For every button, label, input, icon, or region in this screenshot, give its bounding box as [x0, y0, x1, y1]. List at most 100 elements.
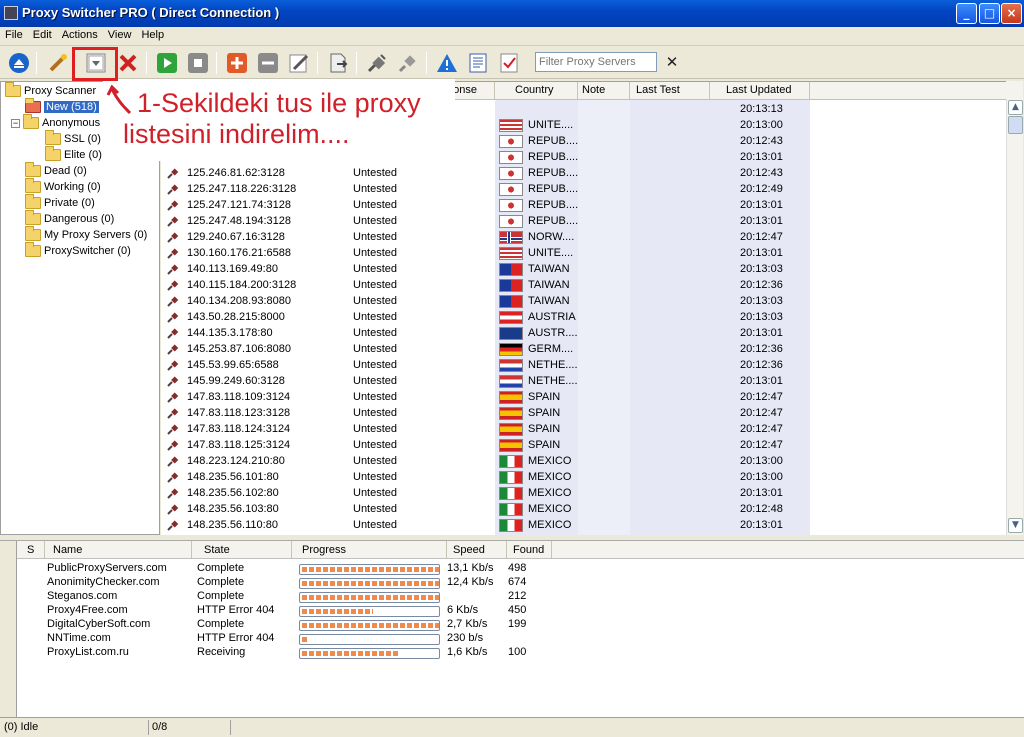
minimize-button[interactable]: _: [956, 3, 977, 24]
tree-item-dangerous[interactable]: Dangerous (0): [25, 210, 114, 227]
clear-filter-icon[interactable]: ✕: [664, 54, 680, 70]
header-s[interactable]: S: [17, 541, 45, 558]
tree-item-proxyswitcher[interactable]: ProxySwitcher (0): [25, 242, 131, 259]
header-country[interactable]: Country: [495, 82, 578, 99]
table-row[interactable]: 148.235.56.101:80 Untested MEXICO 20:13:00: [161, 469, 1006, 485]
log-document-icon[interactable]: [466, 51, 490, 75]
annotation-line-2: listesini indirelim....: [123, 119, 350, 149]
cell-status: Untested: [353, 343, 398, 355]
remove-proxy-icon[interactable]: [256, 51, 280, 75]
export-document-icon[interactable]: [326, 51, 350, 75]
cell-ip: 148.235.56.110:80: [187, 519, 278, 531]
table-row[interactable]: 147.83.118.125:3124 Untested SPAIN 20:12:47: [161, 437, 1006, 453]
proxy-plug-icon: [167, 216, 179, 227]
table-row[interactable]: 125.246.81.62:3128 Untested REPUB.... 20:12…: [161, 165, 1006, 181]
cell-last-updated: 20:13:03: [740, 263, 783, 275]
header-name[interactable]: Name: [45, 541, 192, 558]
tree-item-my-proxy-servers[interactable]: My Proxy Servers (0): [25, 226, 147, 243]
table-row[interactable]: 148.223.124.210:80 Untested MEXICO 20:13:00: [161, 453, 1006, 469]
country-flag-icon: [499, 471, 523, 484]
wizard-wand-icon[interactable]: [46, 51, 70, 75]
scroll-thumb[interactable]: [1008, 116, 1023, 134]
table-row[interactable]: 145.53.99.65:6588 Untested NETHE.... 20:12:…: [161, 357, 1006, 373]
tree-item-dead[interactable]: Dead (0): [25, 162, 87, 179]
menu-view[interactable]: View: [103, 27, 137, 41]
proxy-plug-icon: [167, 296, 179, 307]
annotation-highlight-box: [72, 47, 118, 81]
table-row[interactable]: 140.115.184.200:3128 Untested TAIWAN 20:12:…: [161, 277, 1006, 293]
header-speed[interactable]: Speed: [447, 541, 507, 558]
table-row[interactable]: 145.253.87.106:8080 Untested GERM.... 20:12…: [161, 341, 1006, 357]
report-check-icon[interactable]: [497, 51, 521, 75]
cell-speed: 12,4 Kb/s: [447, 576, 494, 588]
cell-last-updated: 20:13:01: [740, 327, 783, 339]
close-button[interactable]: ×: [1001, 3, 1022, 24]
folder-icon: [5, 82, 21, 97]
table-row[interactable]: 125.247.118.226:3128 Untested REPUB.... 20:…: [161, 181, 1006, 197]
disconnect-plug-icon[interactable]: [396, 51, 420, 75]
tree-item-working[interactable]: Working (0): [25, 178, 101, 195]
tree-item-proxy-scanner[interactable]: Proxy Scanner: [5, 82, 96, 99]
table-row[interactable]: 148.235.56.110:80 Untested MEXICO 20:13:01: [161, 517, 1006, 533]
table-row[interactable]: 147.83.118.109:3124 Untested SPAIN 20:12:47: [161, 389, 1006, 405]
menu-edit[interactable]: Edit: [28, 27, 57, 41]
maximize-button[interactable]: □: [979, 3, 1000, 24]
header-last-test[interactable]: Last Test: [630, 82, 710, 99]
table-row[interactable]: 144.135.3.178:80 Untested AUSTR.... 20:13:0…: [161, 325, 1006, 341]
tree-item-private[interactable]: Private (0): [25, 194, 95, 211]
table-row[interactable]: 148.235.56.103:80 Untested MEXICO 20:12:48: [161, 501, 1006, 517]
list-item[interactable]: DigitalCyberSoft.com Complete 2,7 Kb/s 199: [17, 618, 1024, 632]
header-last-updated[interactable]: Last Updated: [710, 82, 810, 99]
menu-actions[interactable]: Actions: [57, 27, 103, 41]
scroll-down-icon[interactable]: ▼: [1008, 518, 1023, 533]
list-item[interactable]: NNTime.com HTTP Error 404 230 b/s: [17, 632, 1024, 646]
connect-plug-icon[interactable]: [365, 51, 389, 75]
tree-item-ssl[interactable]: SSL (0): [45, 130, 101, 147]
table-row[interactable]: 148.235.56.102:80 Untested MEXICO 20:13:01: [161, 485, 1006, 501]
menu-file[interactable]: File: [0, 27, 28, 41]
table-row[interactable]: 147.83.118.123:3128 Untested SPAIN 20:12:47: [161, 405, 1006, 421]
table-row[interactable]: 129.240.67.16:3128 Untested NORW.... 20:12:…: [161, 229, 1006, 245]
cell-last-updated: 20:12:36: [740, 279, 783, 291]
header-progress[interactable]: Progress: [292, 541, 447, 558]
table-row[interactable]: 125.247.121.74:3128 Untested REPUB.... 20:1…: [161, 197, 1006, 213]
cell-country: AUSTR....: [528, 327, 578, 339]
tree-item-elite[interactable]: Elite (0): [45, 146, 102, 163]
country-flag-icon: [499, 407, 523, 420]
start-icon[interactable]: [155, 51, 179, 75]
filter-input[interactable]: [535, 52, 657, 72]
table-row[interactable]: 125.247.48.194:3128 Untested REPUB.... 20:1…: [161, 213, 1006, 229]
header-found[interactable]: Found: [507, 541, 552, 558]
disconnect-icon[interactable]: [7, 51, 31, 75]
list-item[interactable]: AnonimityChecker.com Complete 12,4 Kb/s 674: [17, 576, 1024, 590]
list-item[interactable]: ProxyList.com.ru Receiving 1,6 Kb/s 100: [17, 646, 1024, 660]
table-row[interactable]: 140.134.208.93:8080 Untested TAIWAN 20:13:0…: [161, 293, 1006, 309]
table-row[interactable]: 143.50.28.215:8000 Untested AUSTRIA 20:13:0…: [161, 309, 1006, 325]
add-proxy-icon[interactable]: [225, 51, 249, 75]
edit-pencil-icon[interactable]: [287, 51, 311, 75]
tree-item-new[interactable]: New (518): [25, 98, 99, 115]
country-flag-icon: [499, 199, 523, 212]
delete-icon[interactable]: [116, 51, 140, 75]
window-title: Proxy Switcher PRO ( Direct Connection ): [22, 5, 280, 20]
table-row[interactable]: 130.160.176.21:6588 Untested UNITE.... 20:1…: [161, 245, 1006, 261]
stop-icon[interactable]: [186, 51, 210, 75]
cell-country: MEXICO: [528, 519, 572, 531]
new-folder-icon: [25, 98, 41, 113]
header-state[interactable]: State: [192, 541, 292, 558]
header-note[interactable]: Note: [578, 82, 630, 99]
collapse-toggle-icon[interactable]: −: [11, 118, 20, 128]
table-row[interactable]: 147.83.118.124:3124 Untested SPAIN 20:12:47: [161, 421, 1006, 437]
scroll-up-icon[interactable]: ▲: [1008, 100, 1023, 115]
list-item[interactable]: PublicProxyServers.com Complete 13,1 Kb/s 4…: [17, 562, 1024, 576]
menu-help[interactable]: Help: [136, 27, 169, 41]
country-flag-icon: [499, 439, 523, 452]
tree-item-anonymous[interactable]: − Anonymous (0): [11, 114, 117, 131]
proxy-plug-icon: [167, 360, 179, 371]
grid-vertical-scrollbar[interactable]: ▲ ▼: [1006, 99, 1023, 535]
table-row[interactable]: 140.113.169.49:80 Untested TAIWAN 20:13:03: [161, 261, 1006, 277]
list-item[interactable]: Steganos.com Complete 212: [17, 590, 1024, 604]
list-item[interactable]: Proxy4Free.com HTTP Error 404 6 Kb/s 450: [17, 604, 1024, 618]
warning-icon[interactable]: [435, 51, 459, 75]
table-row[interactable]: 145.99.249.60:3128 Untested NETHE.... 20:13…: [161, 373, 1006, 389]
